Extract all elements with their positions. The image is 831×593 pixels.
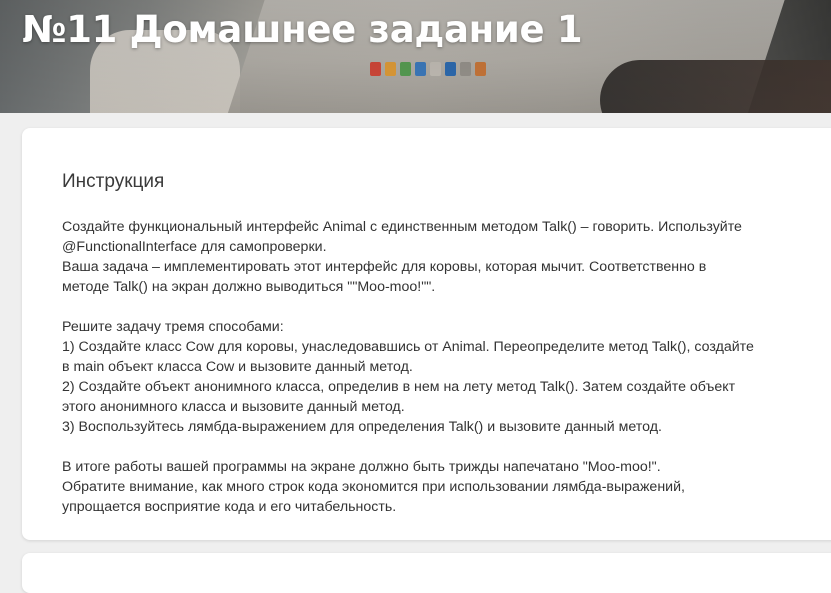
instruction-line: 2) Создайте объект анонимного класса, оп… [62, 379, 736, 395]
instruction-line: Обратите внимание, как много строк кода … [62, 479, 685, 495]
instruction-line: 3) Воспользуйтесь лямбда-выражением для … [62, 419, 662, 435]
instruction-card: Инструкция Создайте функциональный интер… [22, 128, 831, 540]
instruction-line: Создайте функциональный интерфейс Animal… [62, 219, 742, 235]
instruction-text: Создайте функциональный интерфейс Animal… [62, 217, 802, 517]
instruction-line: Решите задачу тремя способами: [62, 319, 284, 335]
instruction-line: 1) Создайте класс Cow для коровы, унасле… [62, 339, 754, 355]
header-banner: №11 Домашнее задание 1 [0, 0, 831, 113]
instruction-line: этого анонимного класса и вызовите данны… [62, 399, 405, 415]
instruction-line: @FunctionalInterface для самопроверки. [62, 239, 327, 255]
next-card [22, 553, 831, 593]
instruction-line: в main объект класса Cow и вызовите данн… [62, 359, 413, 375]
instruction-line: методе Talk() на экран должно выводиться… [62, 279, 436, 295]
instruction-line: упрощается восприятие кода и его читабел… [62, 499, 397, 515]
instruction-heading: Инструкция [62, 171, 165, 192]
instruction-line: Ваша задача – имплементировать этот инте… [62, 259, 707, 275]
page-title: №11 Домашнее задание 1 [22, 8, 583, 51]
instruction-line: В итоге работы вашей программы на экране… [62, 459, 661, 475]
